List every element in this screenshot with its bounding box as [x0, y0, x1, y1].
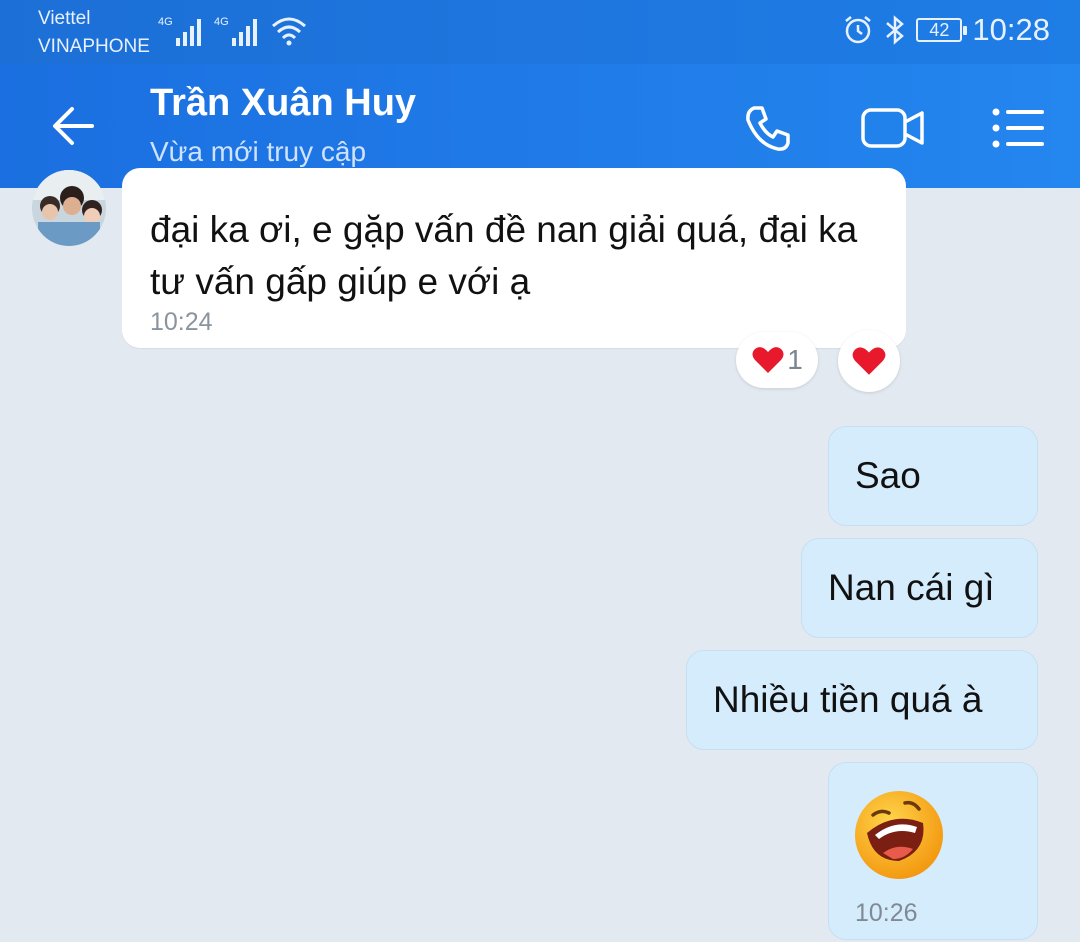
video-call-icon[interactable]: [860, 100, 926, 156]
reaction-summary[interactable]: 1: [736, 332, 818, 388]
status-clock: 10:28: [972, 12, 1050, 47]
signal-icon: 4G: [214, 16, 257, 46]
carrier-name-1: Viettel: [38, 8, 91, 29]
react-heart-button[interactable]: [838, 330, 900, 392]
message-text: đại ka ơi, e gặp vấn đề nan giải quá, đạ…: [150, 209, 858, 302]
heart-icon: [852, 347, 886, 375]
contact-name[interactable]: Trần Xuân Huy: [150, 82, 416, 125]
contact-status: Vừa mới truy cập: [150, 136, 367, 167]
message-text: Sao: [855, 455, 921, 496]
phone-icon[interactable]: [740, 100, 796, 156]
carrier-name-2: VINAPHONE: [38, 36, 150, 57]
wifi-icon: [272, 17, 306, 46]
status-bar: Viettel VINAPHONE 4G 4G 42 10:28: [0, 0, 1080, 64]
message-bubble-outgoing[interactable]: Sao: [828, 426, 1038, 526]
battery-icon: 42: [916, 18, 968, 42]
message-time: 10:26: [855, 899, 918, 927]
svg-text:4G: 4G: [158, 16, 173, 28]
reaction-count: 1: [787, 344, 803, 375]
message-bubble-outgoing[interactable]: Nhiều tiền quá à: [686, 650, 1038, 750]
message-time: 10:24: [150, 308, 213, 336]
avatar[interactable]: [32, 170, 106, 246]
svg-text:4G: 4G: [214, 16, 229, 28]
avatar-photo: [32, 170, 106, 246]
bluetooth-icon: [886, 15, 905, 45]
message-bubble-incoming[interactable]: đại ka ơi, e gặp vấn đề nan giải quá, đạ…: [122, 168, 906, 348]
message-text: Nan cái gì: [828, 567, 995, 608]
signal-icon: 4G: [158, 16, 201, 46]
heart-icon: [752, 347, 784, 373]
alarm-icon: [845, 16, 872, 44]
menu-list-icon[interactable]: [990, 100, 1046, 156]
message-text: Nhiều tiền quá à: [713, 679, 983, 720]
laughing-face-sticker: [855, 791, 943, 879]
back-arrow-icon[interactable]: [46, 98, 102, 154]
message-bubble-outgoing[interactable]: Nan cái gì: [801, 538, 1038, 638]
message-bubble-outgoing-sticker[interactable]: 10:26: [828, 762, 1038, 940]
